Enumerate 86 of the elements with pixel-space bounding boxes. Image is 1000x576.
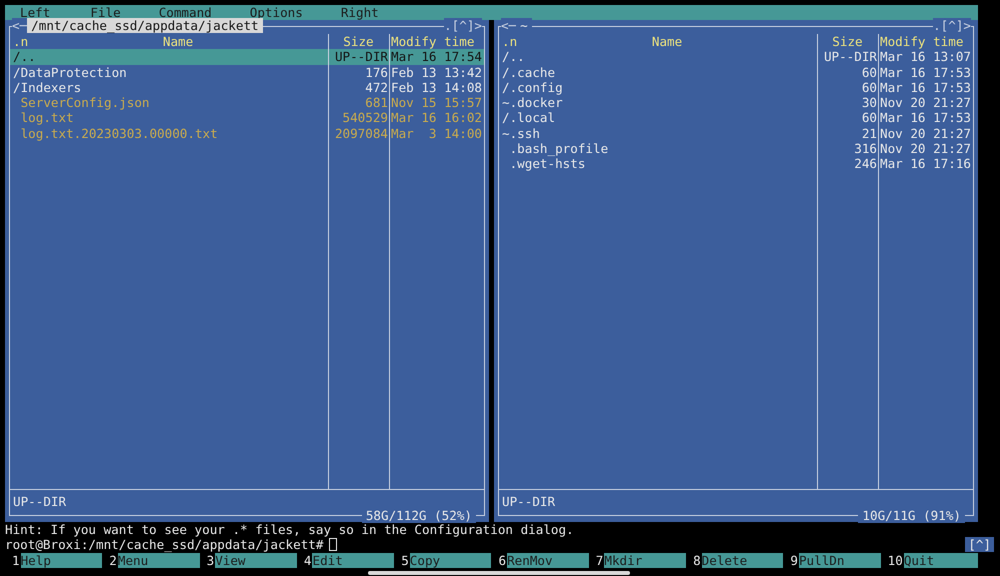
file-name[interactable]: ~.docker <box>499 95 817 110</box>
file-date: Mar 16 16:02 <box>389 110 484 126</box>
file-date: Mar 16 17:16 <box>878 156 973 172</box>
column-header[interactable]: Size <box>818 34 878 50</box>
file-date: Feb 13 13:42 <box>389 64 484 80</box>
status-text: UP--DIR <box>13 494 66 509</box>
file-date: Nov 20 21:27 <box>878 95 973 110</box>
file-name[interactable]: /.. <box>10 49 328 65</box>
file-size: 30 <box>816 95 878 110</box>
file-name[interactable]: /.local <box>499 110 817 126</box>
hint-text: Hint: If you want to see your .* files, say so in the Configuration dialog. <box>5 522 575 537</box>
file-date: Nov 15 15:57 <box>389 95 484 110</box>
function-key-button[interactable]: Help <box>20 553 102 568</box>
menu-item[interactable]: Command <box>158 5 212 20</box>
nav-right-text[interactable]: .[^]> <box>933 18 971 34</box>
menu-item[interactable]: Right <box>340 5 379 20</box>
function-key-button[interactable]: Copy <box>410 553 492 568</box>
function-key-button[interactable]: Edit <box>312 553 394 568</box>
key-number: 7 <box>594 553 604 568</box>
column-header[interactable]: Modify time <box>391 34 474 49</box>
prompt-indicator[interactable]: [^] <box>965 536 994 552</box>
free-space-text: 10G/11G (91%) <box>858 508 965 523</box>
file-size: UP--DIR <box>816 49 878 65</box>
file-date: Feb 13 14:08 <box>389 80 484 96</box>
menu-item[interactable]: Options <box>250 5 303 20</box>
file-name[interactable]: /DataProtection <box>10 64 328 80</box>
file-size: 60 <box>816 64 878 80</box>
key-number: 10 <box>886 553 904 568</box>
function-key-button[interactable]: Delete <box>702 553 784 568</box>
file-date: Nov 20 21:27 <box>878 141 973 156</box>
file-date: Mar 3 14:00 <box>389 126 484 142</box>
key-number: 3 <box>206 553 216 568</box>
file-name[interactable]: .wget-hsts <box>499 156 817 172</box>
file-name[interactable]: /.config <box>499 80 817 96</box>
function-key-button[interactable]: PullDn <box>798 553 881 568</box>
nav-right-text[interactable]: .[^]> <box>444 18 482 34</box>
function-key-button[interactable]: RenMov <box>507 553 589 568</box>
file-size: 472 <box>328 80 390 96</box>
column-header[interactable]: Size <box>328 34 388 50</box>
file-name[interactable]: /Indexers <box>10 80 328 96</box>
key-number: 8 <box>692 553 702 568</box>
file-date: Mar 16 17:54 <box>389 49 484 65</box>
column-header[interactable]: Name <box>28 34 328 50</box>
free-space-text: 58G/112G (52%) <box>362 508 476 523</box>
column-header[interactable]: Name <box>517 34 817 50</box>
file-size: 2097084 <box>328 126 390 142</box>
file-name[interactable]: log.txt.20230303.00000.txt <box>10 126 328 142</box>
key-number: 4 <box>302 553 312 568</box>
file-date: Mar 16 13:07 <box>878 49 973 65</box>
file-size: 21 <box>816 126 878 142</box>
sort-indicator[interactable]: .n <box>502 34 518 50</box>
file-date: Mar 16 17:53 <box>878 110 973 126</box>
file-size: 681 <box>328 95 390 110</box>
key-number: 1 <box>11 553 21 568</box>
file-name[interactable]: /.cache <box>499 64 817 80</box>
key-number: 9 <box>789 553 799 568</box>
file-name[interactable]: /.. <box>499 49 817 65</box>
menu-item[interactable]: File <box>90 5 121 20</box>
file-date: Nov 20 21:27 <box>878 126 973 142</box>
file-size: 60 <box>816 80 878 96</box>
key-number: 2 <box>108 553 118 568</box>
file-name[interactable]: ServerConfig.json <box>10 95 328 110</box>
cursor-icon <box>329 538 338 551</box>
file-size: 540529 <box>328 110 390 126</box>
function-key-button[interactable]: Mkdir <box>604 553 686 568</box>
key-number: 6 <box>497 553 508 568</box>
file-name[interactable]: .bash_profile <box>499 141 817 156</box>
file-name[interactable]: ~.ssh <box>499 126 817 142</box>
key-number: 5 <box>400 553 410 568</box>
file-date: Mar 16 17:53 <box>878 64 973 80</box>
function-key-button[interactable]: View <box>215 553 297 568</box>
sort-indicator[interactable]: .n <box>13 34 28 50</box>
file-size: 176 <box>328 64 390 80</box>
menu-item[interactable]: Left <box>20 5 50 20</box>
shell-prompt: root@Broxi:/mnt/cache_ssd/appdata/jackett# <box>5 536 324 552</box>
file-date: Mar 16 17:53 <box>878 80 973 96</box>
function-key-button[interactable]: Menu <box>118 553 200 568</box>
column-header[interactable]: Modify time <box>880 34 964 49</box>
file-size: UP--DIR <box>328 49 390 65</box>
status-text: UP--DIR <box>502 494 556 509</box>
panel-path: /mnt/cache_ssd/appdata/jackett <box>27 18 263 34</box>
file-name[interactable]: log.txt <box>10 110 328 126</box>
file-size: 316 <box>816 141 878 156</box>
file-size: 60 <box>816 110 878 126</box>
file-size: 246 <box>816 156 878 172</box>
function-key-button[interactable]: Quit <box>904 553 978 568</box>
